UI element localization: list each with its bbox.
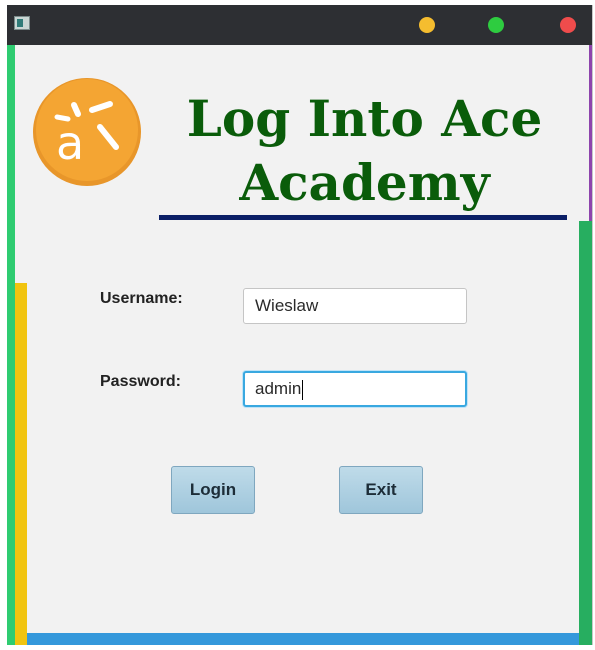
- username-label: Username:: [100, 290, 183, 307]
- minimize-icon[interactable]: [419, 17, 435, 33]
- title-bar[interactable]: [7, 5, 592, 45]
- maximize-icon[interactable]: [488, 17, 504, 33]
- password-field[interactable]: admin: [243, 371, 467, 407]
- app-icon: [14, 16, 30, 30]
- ace-academy-logo-icon: a: [33, 78, 141, 186]
- password-value: admin: [255, 379, 302, 398]
- right-accent-bar-green: [579, 221, 592, 645]
- title-underline: [159, 215, 567, 220]
- page-title: Log Into Ace Academy: [162, 87, 567, 215]
- text-caret: [302, 379, 304, 400]
- exit-button[interactable]: Exit: [339, 466, 423, 514]
- username-value: Wieslaw: [255, 296, 319, 315]
- left-accent-bar: [7, 45, 15, 645]
- right-accent-bar-purple: [589, 45, 592, 225]
- username-field[interactable]: Wieslaw: [243, 288, 467, 324]
- svg-text:a: a: [56, 116, 84, 170]
- login-window: a Log Into Ace Academy Username: Wieslaw…: [7, 5, 593, 645]
- close-icon[interactable]: [560, 17, 576, 33]
- bottom-accent-bar: [27, 633, 592, 645]
- login-button[interactable]: Login: [171, 466, 255, 514]
- title-line-2: Academy: [239, 153, 490, 212]
- password-label: Password:: [100, 373, 181, 390]
- yellow-accent-bar: [15, 283, 27, 645]
- title-line-1: Log Into Ace: [186, 89, 543, 148]
